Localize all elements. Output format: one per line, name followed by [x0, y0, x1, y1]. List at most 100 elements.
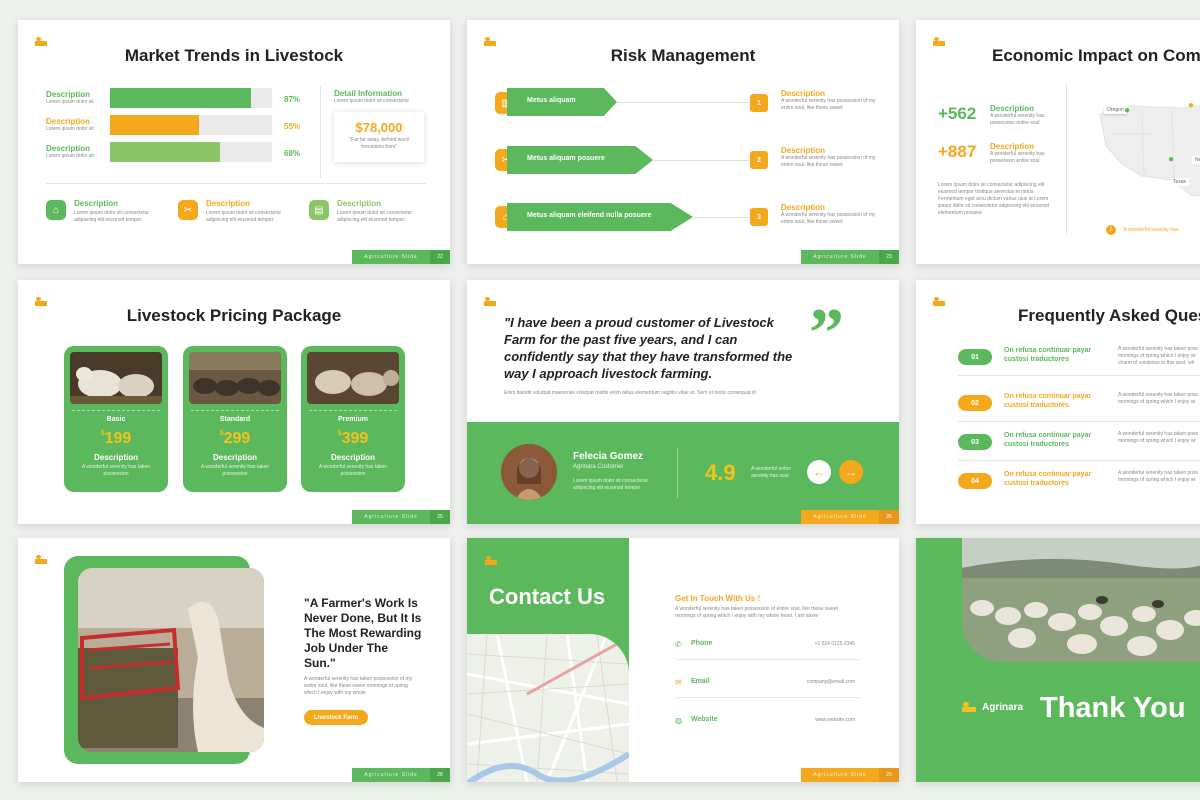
info-icon: i	[1106, 225, 1116, 235]
slide-footer: Agriculture Slide 23	[801, 250, 899, 264]
alpaca-photo	[78, 568, 264, 752]
tier-label: Standard	[219, 416, 251, 423]
footer-label: Agriculture Slide	[352, 510, 430, 524]
logo-icon	[933, 297, 945, 306]
connector-line	[693, 217, 749, 218]
slide-farmer-quote[interactable]: "A Farmer's Work Is Never Done, But It I…	[18, 538, 450, 782]
sheep-photo	[307, 352, 399, 404]
page-number: 28	[430, 768, 450, 782]
slide-economic-impact[interactable]: Economic Impact on Com +562 Description …	[916, 20, 1200, 264]
slide-title: Frequently Asked Ques	[1018, 306, 1200, 325]
contact-value: company@email.com	[806, 679, 855, 685]
bar-label: Description	[46, 90, 91, 99]
tractor-icon: ▤	[309, 200, 329, 220]
bar-percent: 87%	[284, 95, 301, 104]
bar-percent: 68%	[284, 149, 301, 158]
contact-subtitle: Get In Touch With Us !	[675, 594, 761, 603]
contact-row-website[interactable]: ◍ Website www.website.com	[675, 708, 859, 736]
divider	[46, 183, 426, 184]
slide-title: Livestock Pricing Package	[126, 306, 342, 325]
pricing-card-standard[interactable]: Standard $299 Description A wonderful se…	[183, 346, 287, 492]
item-label: Description	[337, 199, 382, 208]
pricing-card-basic[interactable]: Basic $199 Description A wonderful seren…	[64, 346, 168, 492]
logo-icon	[484, 297, 496, 306]
slide-footer: Agriculture Slide 26	[801, 510, 899, 524]
item-text: Lorem ipsum dolor sit consectetur adipis…	[337, 210, 413, 223]
faq-row-4[interactable]: 04 On refusa continuar payar custosi tra…	[958, 466, 1200, 500]
faq-row-3[interactable]: 03 On refusa continuar payar custosi tra…	[958, 427, 1200, 461]
bar-track-1	[110, 88, 272, 108]
prev-arrow-button[interactable]: ←	[807, 460, 831, 484]
herd-photo	[189, 352, 281, 404]
slide-pricing-package[interactable]: Livestock Pricing Package Basic $199 Des…	[18, 280, 450, 524]
slide-contact-us[interactable]: Contact Us Get In Touch With Us ! A wond…	[467, 538, 899, 782]
faq-number: 03	[958, 434, 992, 450]
risk-arrow-1: Metus aliquam	[507, 88, 617, 116]
contact-row-email[interactable]: ✉ Email company@email.com	[675, 670, 859, 698]
connector-line	[653, 160, 749, 161]
risk-desc-1: Description A wonderful serenity has pos…	[781, 89, 881, 112]
contact-label: Email	[691, 678, 710, 685]
next-arrow-button[interactable]: →	[839, 460, 863, 484]
desc-label: Description	[781, 203, 826, 212]
step-number: 2	[750, 151, 768, 169]
slide-testimonial[interactable]: "I have been a proud customer of Livesto…	[467, 280, 899, 524]
faq-question: On refusa continuar payar custosi traduc…	[1004, 471, 1092, 487]
testimonial-quote: "I have been a proud customer of Livesto…	[504, 315, 793, 381]
map-label: New S	[1192, 156, 1200, 164]
quote-mark-icon: ”	[809, 295, 844, 372]
price: $399	[301, 430, 405, 448]
slide-risk-management[interactable]: Risk Management ▥ Metus aliquam 1 Descri…	[467, 20, 899, 264]
tier-label: Premium	[338, 416, 368, 423]
map-note: "A wonderful serenity has	[1122, 227, 1179, 233]
price: $299	[183, 430, 287, 448]
stat-value: +562	[938, 104, 977, 123]
slide-title: Economic Impact on Com	[992, 46, 1200, 65]
faq-row-2[interactable]: 02 On refusa continuar payar custosi tra…	[958, 388, 1200, 422]
page-number: 26	[879, 510, 899, 524]
price-value: 199	[104, 430, 132, 447]
alpaca-illustration	[78, 568, 264, 752]
contact-label: Phone	[691, 640, 713, 647]
faq-answer: A wonderful serenity has taken poss morn…	[1118, 346, 1199, 366]
usa-map	[1099, 105, 1200, 197]
stat-label: Description	[990, 104, 1035, 113]
map-pin-icon: ●	[1124, 105, 1131, 116]
price-value: 399	[341, 430, 369, 447]
card-divider	[72, 410, 160, 411]
slide-thank-you[interactable]: Agrinara Thank You	[916, 538, 1200, 782]
faq-question: On refusa continuar payar custosi traduc…	[1004, 393, 1092, 409]
customer-name: Felecia Gomez	[573, 451, 644, 462]
bar-row-2: Description Lorem ipsum dolor sit	[46, 117, 94, 133]
map-pin-icon: ●	[1188, 100, 1195, 111]
contact-value: +1 524 0125 2345	[814, 641, 855, 647]
livestock-farm-button[interactable]: Livestock Farm	[304, 710, 368, 725]
page-number: 23	[879, 250, 899, 264]
slide-footer: Agriculture Slide 29	[801, 768, 899, 782]
customer-text: Lorem ipsum dolor sit consectetur adipis…	[573, 478, 649, 491]
divider	[1066, 84, 1067, 234]
pricing-card-premium[interactable]: Premium $399 Description A wonderful ser…	[301, 346, 405, 492]
globe-icon: ◍	[675, 716, 682, 725]
step-number: 1	[750, 94, 768, 112]
slide-faq[interactable]: Frequently Asked Ques 01 On refusa conti…	[916, 280, 1200, 524]
lamb-photo	[70, 352, 162, 404]
slide-title: Risk Management	[610, 46, 756, 65]
faq-question: On refusa continuar payar custosi traduc…	[1004, 432, 1092, 448]
card-desc: Description	[93, 453, 138, 462]
brand-logo-icon	[962, 702, 976, 712]
detail-title: Detail Information	[334, 89, 403, 98]
slide-market-trends[interactable]: Market Trends in Livestock Description L…	[18, 20, 450, 264]
bar-fill-3	[110, 142, 221, 162]
desc-label: Description	[781, 89, 826, 98]
faq-row-1[interactable]: 01 On refusa continuar payar custosi tra…	[958, 342, 1200, 376]
card-text: A wonderful serenity has taken possessio…	[200, 464, 270, 477]
item-2: Description Lorem ipsum dolor sit consec…	[206, 199, 301, 224]
faq-question: On refusa continuar payar custosi traduc…	[1004, 347, 1092, 363]
page-number: 25	[430, 510, 450, 524]
bar-row-3: Description Lorem ipsum dolor sit	[46, 144, 94, 160]
contact-row-phone[interactable]: ✆ Phone +1 524 0125 2345	[675, 632, 859, 660]
desc-text: A wonderful serenity has possession of m…	[781, 212, 876, 225]
tier-label: Basic	[106, 416, 126, 423]
bar-fill-2	[110, 115, 200, 135]
